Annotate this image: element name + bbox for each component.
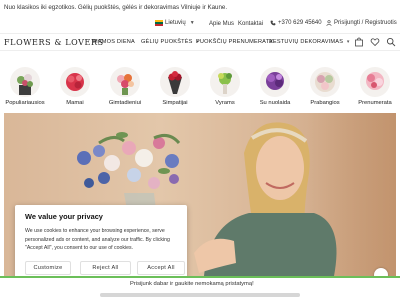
contacts-link[interactable]: Kontaktai <box>238 21 263 27</box>
bouquet-red-roses-icon <box>160 67 190 97</box>
cart-icon[interactable] <box>354 37 364 47</box>
page: Nuo klasikos iki egzotikos. Gėlių puokšt… <box>0 0 400 300</box>
nav-icons <box>354 37 396 47</box>
bouquet-purple-icon <box>260 67 290 97</box>
category-label: Prenumerata <box>358 100 392 106</box>
category-gimtadieniui[interactable]: Gimtadieniui <box>102 67 148 106</box>
bouquet-mixed-icon <box>10 67 40 97</box>
category-label: Populiariausios <box>5 100 45 106</box>
bottom-promo-text: Prisijunk dabar ir gaukite nemokamą pris… <box>130 281 254 287</box>
category-vyrams[interactable]: Vyrams <box>202 67 248 106</box>
brand-logo[interactable]: FLOWERS & LOVERS <box>4 38 104 47</box>
nav-item-vestuviu[interactable]: VESTUVIŲ DEKORAVIMAS ▾ <box>269 39 350 45</box>
accept-all-button[interactable]: Accept All <box>137 261 185 275</box>
scrollbar-thumb[interactable] <box>100 293 300 297</box>
heart-icon[interactable] <box>370 37 380 47</box>
language-selector[interactable]: Lietuvių ▼ <box>155 20 195 26</box>
language-label: Lietuvių <box>165 20 186 26</box>
bottom-promo-bar: Prisijunk dabar ir gaukite nemokamą pris… <box>0 276 400 300</box>
category-prenumerata[interactable]: Prenumerata <box>352 67 398 106</box>
login-link[interactable]: Prisijungti / Registruotis <box>326 20 397 26</box>
horizontal-scrollbar[interactable] <box>100 293 300 297</box>
search-icon[interactable] <box>386 37 396 47</box>
utility-bar: Lietuvių ▼ Apie Mus Kontaktai +370 629 4… <box>0 16 400 32</box>
reject-all-button[interactable]: Reject All <box>80 261 131 275</box>
category-label: Mamai <box>66 100 84 106</box>
chevron-down-icon: ▾ <box>346 39 350 45</box>
login-label: Prisijungti / Registruotis <box>334 20 397 26</box>
category-prabangios[interactable]: Prabangios <box>302 67 348 106</box>
promo-bar: Nuo klasikos iki egzotikos. Gėlių puokšt… <box>0 0 400 16</box>
nav-item-label: GĖLIŲ PUOKŠTĖS <box>141 39 193 45</box>
category-list: Populiariausios Mamai Gimtadieniui Simpa… <box>0 67 400 112</box>
nav-item-geliu-puokstes[interactable]: GĖLIŲ PUOKŠTĖS ▾ <box>141 39 199 45</box>
bouquet-green-icon <box>210 67 240 97</box>
category-mamai[interactable]: Mamai <box>52 67 98 106</box>
user-icon <box>326 20 332 26</box>
nav-item-label: VESTUVIŲ DEKORAVIMAS <box>269 39 344 45</box>
category-label: Simpatijai <box>162 100 188 106</box>
cookie-title: We value your privacy <box>25 212 103 221</box>
category-label: Su nuolaida <box>259 100 291 106</box>
phone-number: +370 629 45640 <box>278 20 322 26</box>
bouquet-pink-icon <box>360 67 390 97</box>
nav-item-mamos-diena[interactable]: MAMOS DIENA <box>93 39 135 45</box>
bouquet-pastel-icon <box>310 67 340 97</box>
lithuania-flag-icon <box>155 20 163 26</box>
chevron-down-icon: ▼ <box>189 20 195 26</box>
customize-button[interactable]: Customize <box>25 261 71 275</box>
bouquet-pink-orange-icon <box>110 67 140 97</box>
category-label: Vyrams <box>215 100 235 106</box>
about-link[interactable]: Apie Mus <box>209 21 234 27</box>
category-simpatijai[interactable]: Simpatijai <box>152 67 198 106</box>
main-nav: FLOWERS & LOVERS MAMOS DIENA GĖLIŲ PUOKŠ… <box>0 33 400 51</box>
nav-item-prenumerata[interactable]: PUOKŠČIŲ PRENUMERATA <box>196 39 273 45</box>
cookie-consent-dialog: We value your privacy We use cookies to … <box>15 205 187 284</box>
phone-icon <box>270 20 276 26</box>
category-su-nuolaida[interactable]: Su nuolaida <box>252 67 298 106</box>
promo-text: Nuo klasikos iki egzotikos. Gėlių puokšt… <box>4 4 228 11</box>
bouquet-red-icon <box>60 67 90 97</box>
category-label: Prabangios <box>310 100 340 106</box>
cookie-body: We use cookies to enhance your browsing … <box>25 228 170 251</box>
category-label: Gimtadieniui <box>108 100 142 106</box>
phone-link[interactable]: +370 629 45640 <box>270 20 322 26</box>
category-populiariausios[interactable]: Populiariausios <box>2 67 48 106</box>
